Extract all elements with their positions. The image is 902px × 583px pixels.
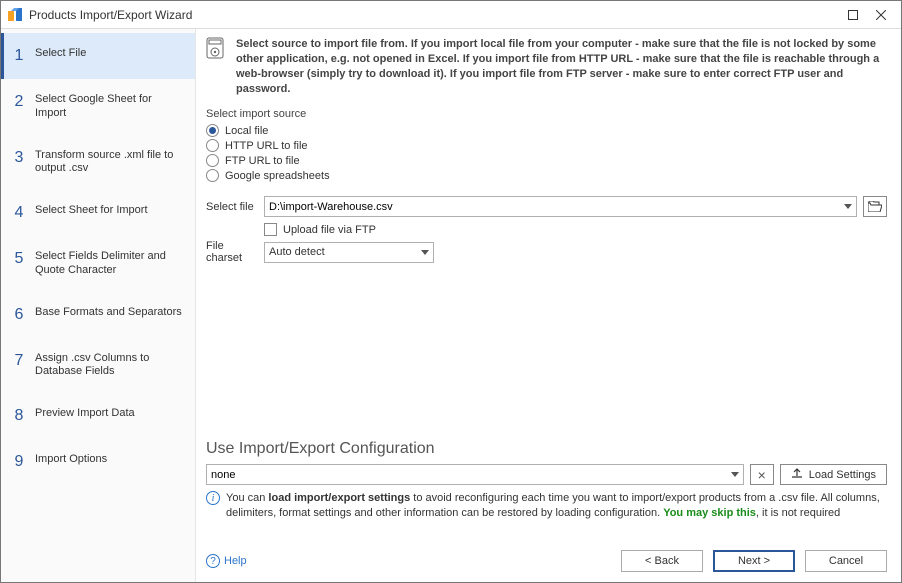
clear-config-button[interactable]: × [750, 464, 774, 485]
close-button[interactable] [867, 5, 895, 25]
titlebar: Products Import/Export Wizard [1, 1, 901, 29]
cancel-button[interactable]: Cancel [805, 550, 887, 572]
radio-ftp-url[interactable]: FTP URL to file [206, 154, 887, 167]
wizard-steps-sidebar: 1Select File 2Select Google Sheet for Im… [1, 29, 196, 582]
config-title: Use Import/Export Configuration [206, 440, 887, 458]
radio-local-file[interactable]: Local file [206, 124, 887, 137]
select-file-label: Select file [206, 201, 258, 213]
wizard-window: Products Import/Export Wizard 1Select Fi… [0, 0, 902, 583]
import-source-label: Select import source [206, 108, 887, 120]
step-1-select-file[interactable]: 1Select File [1, 33, 195, 79]
charset-select[interactable]: Auto detect [264, 242, 434, 263]
file-path-input[interactable] [264, 196, 857, 217]
radio-icon [206, 124, 219, 137]
config-select[interactable] [206, 464, 744, 485]
radio-google-sheets[interactable]: Google spreadsheets [206, 169, 887, 182]
back-button[interactable]: < Back [621, 550, 703, 572]
window-title: Products Import/Export Wizard [23, 8, 839, 22]
app-icon [7, 7, 23, 23]
step-7-assign-columns[interactable]: 7Assign .csv Columns to Database Fields [1, 338, 195, 394]
radio-icon [206, 169, 219, 182]
file-dropdown-button[interactable] [840, 197, 856, 216]
help-link[interactable]: ? Help [206, 554, 247, 568]
step-4-select-sheet[interactable]: 4Select Sheet for Import [1, 190, 195, 236]
charset-dropdown-button[interactable] [417, 243, 433, 262]
step-2-google-sheet[interactable]: 2Select Google Sheet for Import [1, 79, 195, 135]
step-3-transform-xml[interactable]: 3Transform source .xml file to output .c… [1, 135, 195, 191]
step-8-preview[interactable]: 8Preview Import Data [1, 393, 195, 439]
disk-icon [206, 37, 226, 62]
maximize-button[interactable] [839, 5, 867, 25]
radio-http-url[interactable]: HTTP URL to file [206, 139, 887, 152]
help-icon: ? [206, 554, 220, 568]
import-source-group: Local file HTTP URL to file FTP URL to f… [206, 124, 887, 182]
upload-ftp-checkbox[interactable] [264, 223, 277, 236]
next-button[interactable]: Next > [713, 550, 795, 572]
config-info-text: You can load import/export settings to a… [226, 491, 887, 520]
step-9-options[interactable]: 9Import Options [1, 439, 195, 485]
config-dropdown-button[interactable] [727, 465, 743, 484]
step-5-delimiter[interactable]: 5Select Fields Delimiter and Quote Chara… [1, 236, 195, 292]
radio-icon [206, 154, 219, 167]
radio-icon [206, 139, 219, 152]
load-settings-button[interactable]: Load Settings [780, 464, 887, 485]
main-panel: Select source to import file from. If yo… [196, 29, 901, 582]
charset-label: File charset [206, 240, 258, 264]
browse-file-button[interactable] [863, 196, 887, 217]
intro: Select source to import file from. If yo… [206, 37, 887, 96]
intro-text: Select source to import file from. If yo… [236, 37, 887, 96]
step-6-formats[interactable]: 6Base Formats and Separators [1, 292, 195, 338]
info-icon: i [206, 491, 220, 505]
upload-icon [791, 467, 803, 482]
upload-ftp-label: Upload file via FTP [283, 224, 376, 236]
